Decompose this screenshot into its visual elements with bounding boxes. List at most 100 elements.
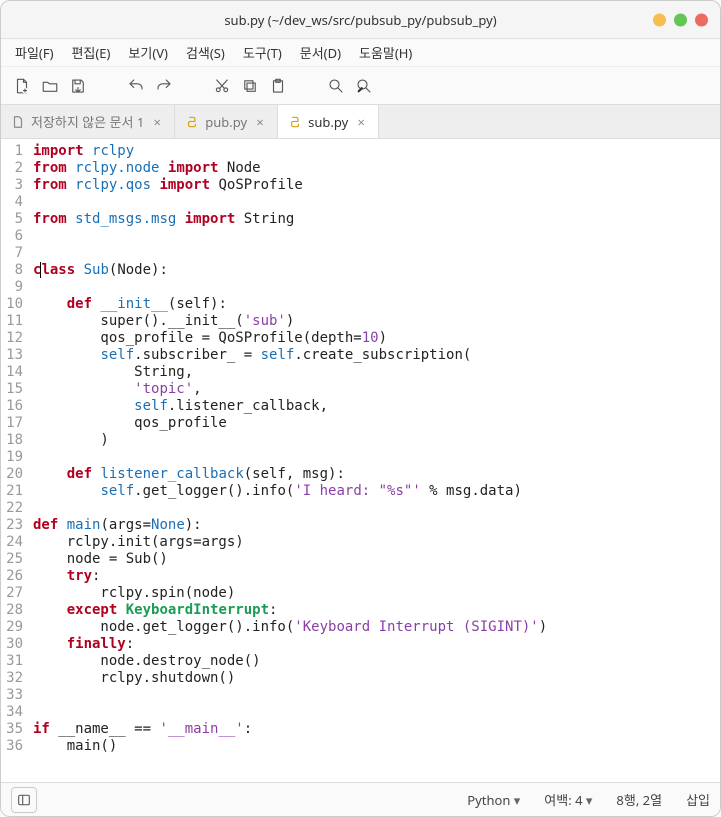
token-op [33, 602, 67, 618]
code-line[interactable]: from rclpy.node import Node [33, 160, 720, 177]
code-line[interactable]: def main(args=None): [33, 517, 720, 534]
undo-button[interactable] [125, 75, 147, 97]
close-window-button[interactable] [695, 13, 708, 26]
token-fn: rclpy.qos [75, 177, 151, 193]
line-number: 10 [1, 296, 23, 313]
code-line[interactable]: qos_profile [33, 415, 720, 432]
menu-view[interactable]: 보기(V) [120, 39, 176, 66]
code-line[interactable]: rclpy.init(args=args) [33, 534, 720, 551]
token-str: 'topic' [134, 381, 193, 397]
close-tab-icon[interactable]: × [354, 115, 368, 129]
code-line[interactable] [33, 500, 720, 517]
maximize-button[interactable] [674, 13, 687, 26]
code-line[interactable] [33, 279, 720, 296]
close-tab-icon[interactable]: × [253, 115, 267, 129]
cut-button[interactable] [211, 75, 233, 97]
code-editor[interactable]: 1234567891011121314151617181920212223242… [1, 139, 720, 782]
python-icon [288, 115, 302, 129]
code-line[interactable]: String, [33, 364, 720, 381]
menu-docs[interactable]: 문서(D) [292, 39, 349, 66]
replace-button[interactable] [353, 75, 375, 97]
indent-selector[interactable]: 여백: 4 [544, 790, 592, 809]
token-kw: def [67, 296, 92, 312]
code-line[interactable]: import rclpy [33, 143, 720, 160]
code-line[interactable] [33, 228, 720, 245]
code-line[interactable]: if __name__ == '__main__': [33, 721, 720, 738]
code-line[interactable]: 'topic', [33, 381, 720, 398]
line-number: 19 [1, 449, 23, 466]
token-kw: import [185, 211, 236, 227]
token-op: rclpy.shutdown() [33, 670, 235, 686]
code-line[interactable]: except KeyboardInterrupt: [33, 602, 720, 619]
tab-sub[interactable]: sub.py × [278, 105, 379, 138]
side-panel-button[interactable] [11, 787, 37, 813]
language-selector[interactable]: Python [467, 791, 520, 809]
code-area[interactable]: import rclpyfrom rclpy.node import Nodef… [29, 139, 720, 782]
search-button[interactable] [325, 75, 347, 97]
code-line[interactable] [33, 687, 720, 704]
code-line[interactable]: class Sub(Node): [33, 262, 720, 279]
line-number: 25 [1, 551, 23, 568]
paste-button[interactable] [267, 75, 289, 97]
line-number: 24 [1, 534, 23, 551]
code-line[interactable]: rclpy.shutdown() [33, 670, 720, 687]
token-kw: def [33, 517, 58, 533]
line-number: 29 [1, 619, 23, 636]
code-line[interactable]: from std_msgs.msg import String [33, 211, 720, 228]
code-line[interactable]: self.subscriber_ = self.create_subscript… [33, 347, 720, 364]
code-line[interactable] [33, 194, 720, 211]
token-op: : [269, 602, 277, 618]
line-number: 30 [1, 636, 23, 653]
token-op: String [235, 211, 294, 227]
new-file-button[interactable] [11, 75, 33, 97]
minimize-button[interactable] [653, 13, 666, 26]
code-line[interactable]: super().__init__('sub') [33, 313, 720, 330]
code-line[interactable]: from rclpy.qos import QoSProfile [33, 177, 720, 194]
code-line[interactable] [33, 704, 720, 721]
code-line[interactable]: self.get_logger().info('I heard: "%s"' %… [33, 483, 720, 500]
editor-window: sub.py (~/dev_ws/src/pubsub_py/pubsub_py… [0, 0, 721, 817]
token-op: main() [33, 738, 117, 754]
menu-search[interactable]: 검색(S) [178, 39, 233, 66]
save-button[interactable] [67, 75, 89, 97]
document-tabs: 저장하지 않은 문서 1 × pub.py × sub.py × [1, 105, 720, 139]
tab-pub[interactable]: pub.py × [175, 105, 278, 138]
code-line[interactable]: qos_profile = QoSProfile(depth=10) [33, 330, 720, 347]
code-line[interactable]: node.destroy_node() [33, 653, 720, 670]
window-title: sub.py (~/dev_ws/src/pubsub_py/pubsub_py… [224, 11, 496, 29]
token-kw: import [159, 177, 210, 193]
code-line[interactable]: try: [33, 568, 720, 585]
code-line[interactable]: rclpy.spin(node) [33, 585, 720, 602]
token-fn: __init__ [100, 296, 167, 312]
line-number: 5 [1, 211, 23, 228]
menu-tools[interactable]: 도구(T) [235, 39, 290, 66]
line-number: 11 [1, 313, 23, 330]
token-op: : [92, 568, 100, 584]
token-fn: rclpy.node [75, 160, 159, 176]
token-op: QoSProfile [210, 177, 303, 193]
copy-button[interactable] [239, 75, 261, 97]
code-line[interactable]: finally: [33, 636, 720, 653]
redo-button[interactable] [153, 75, 175, 97]
token-op: % msg.data) [421, 483, 522, 499]
close-tab-icon[interactable]: × [150, 115, 164, 129]
code-line[interactable]: main() [33, 738, 720, 755]
token-op: (args= [100, 517, 151, 533]
code-line[interactable]: def listener_callback(self, msg): [33, 466, 720, 483]
menu-edit[interactable]: 편집(E) [63, 39, 118, 66]
menu-help[interactable]: 도움말(H) [351, 39, 420, 66]
token-op: node.get_logger().info( [33, 619, 294, 635]
token-fn: None [151, 517, 185, 533]
code-line[interactable]: node.get_logger().info('Keyboard Interru… [33, 619, 720, 636]
code-line[interactable]: ) [33, 432, 720, 449]
token-fn: self [261, 347, 295, 363]
menu-file[interactable]: 파일(F) [7, 39, 61, 66]
open-file-button[interactable] [39, 75, 61, 97]
code-line[interactable]: def __init__(self): [33, 296, 720, 313]
code-line[interactable] [33, 245, 720, 262]
code-line[interactable]: node = Sub() [33, 551, 720, 568]
code-line[interactable] [33, 449, 720, 466]
code-line[interactable]: self.listener_callback, [33, 398, 720, 415]
tab-unsaved[interactable]: 저장하지 않은 문서 1 × [1, 105, 175, 138]
token-kw: except [67, 602, 118, 618]
